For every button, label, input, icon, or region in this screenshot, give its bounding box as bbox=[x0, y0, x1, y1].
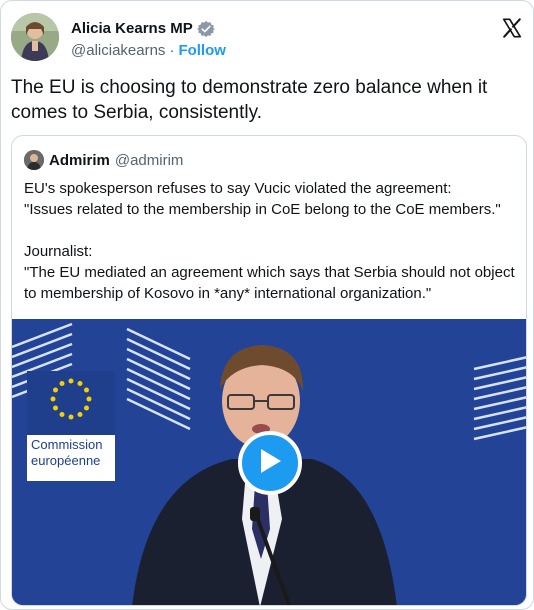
video-thumbnail[interactable]: Commission européenne bbox=[12, 319, 526, 605]
verified-badge-icon bbox=[196, 20, 215, 38]
play-button[interactable] bbox=[238, 431, 302, 495]
sign-line-1: Commission bbox=[31, 437, 103, 452]
separator-dot: · bbox=[169, 42, 175, 59]
follow-button[interactable]: Follow bbox=[178, 41, 226, 61]
name-line: Alicia Kearns MP bbox=[71, 19, 215, 39]
author-display-name[interactable]: Alicia Kearns MP bbox=[71, 19, 193, 39]
quote-display-name: Admirim bbox=[49, 151, 110, 169]
author-handle[interactable]: @aliciakearns bbox=[71, 41, 165, 61]
author-avatar[interactable] bbox=[11, 13, 59, 61]
author-row: Alicia Kearns MP @aliciakearns · Follow bbox=[11, 13, 527, 65]
commission-sign-text: Commission européenne bbox=[31, 437, 111, 469]
quoted-tweet[interactable]: Admirim @admirim EU's spokesperson refus… bbox=[11, 135, 527, 606]
tweet-card: Alicia Kearns MP @aliciakearns · Follow … bbox=[0, 0, 534, 610]
x-logo-icon[interactable] bbox=[501, 17, 523, 39]
tweet-text: The EU is choosing to demonstrate zero b… bbox=[11, 77, 488, 123]
quote-handle: @admirim bbox=[114, 151, 184, 169]
play-icon bbox=[257, 447, 283, 480]
sign-line-2: européenne bbox=[31, 453, 101, 468]
handle-line: @aliciakearns · Follow bbox=[71, 41, 226, 61]
quote-header: Admirim @admirim bbox=[24, 150, 183, 170]
quote-body: EU's spokesperson refuses to say Vucic v… bbox=[24, 180, 515, 302]
quote-avatar bbox=[24, 150, 44, 170]
